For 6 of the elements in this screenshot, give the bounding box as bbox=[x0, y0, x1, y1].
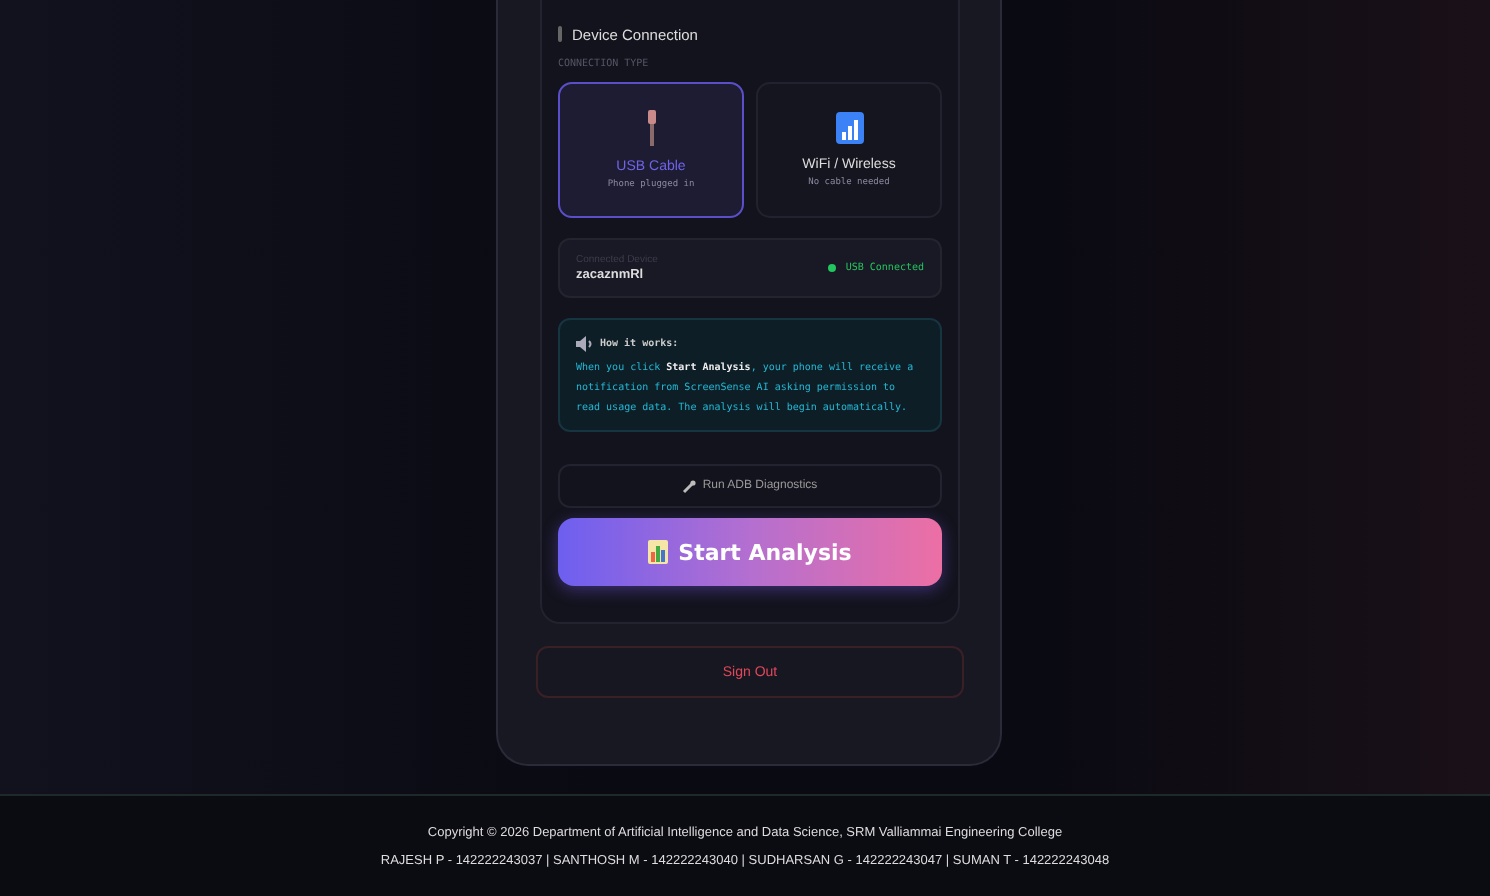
signal-bars-icon bbox=[835, 112, 863, 144]
start-analysis-button[interactable]: Start Analysis bbox=[558, 518, 942, 586]
plug-icon bbox=[643, 110, 659, 146]
speaker-icon bbox=[576, 336, 594, 352]
bar-chart-icon bbox=[648, 540, 669, 564]
wrench-icon bbox=[682, 479, 697, 493]
